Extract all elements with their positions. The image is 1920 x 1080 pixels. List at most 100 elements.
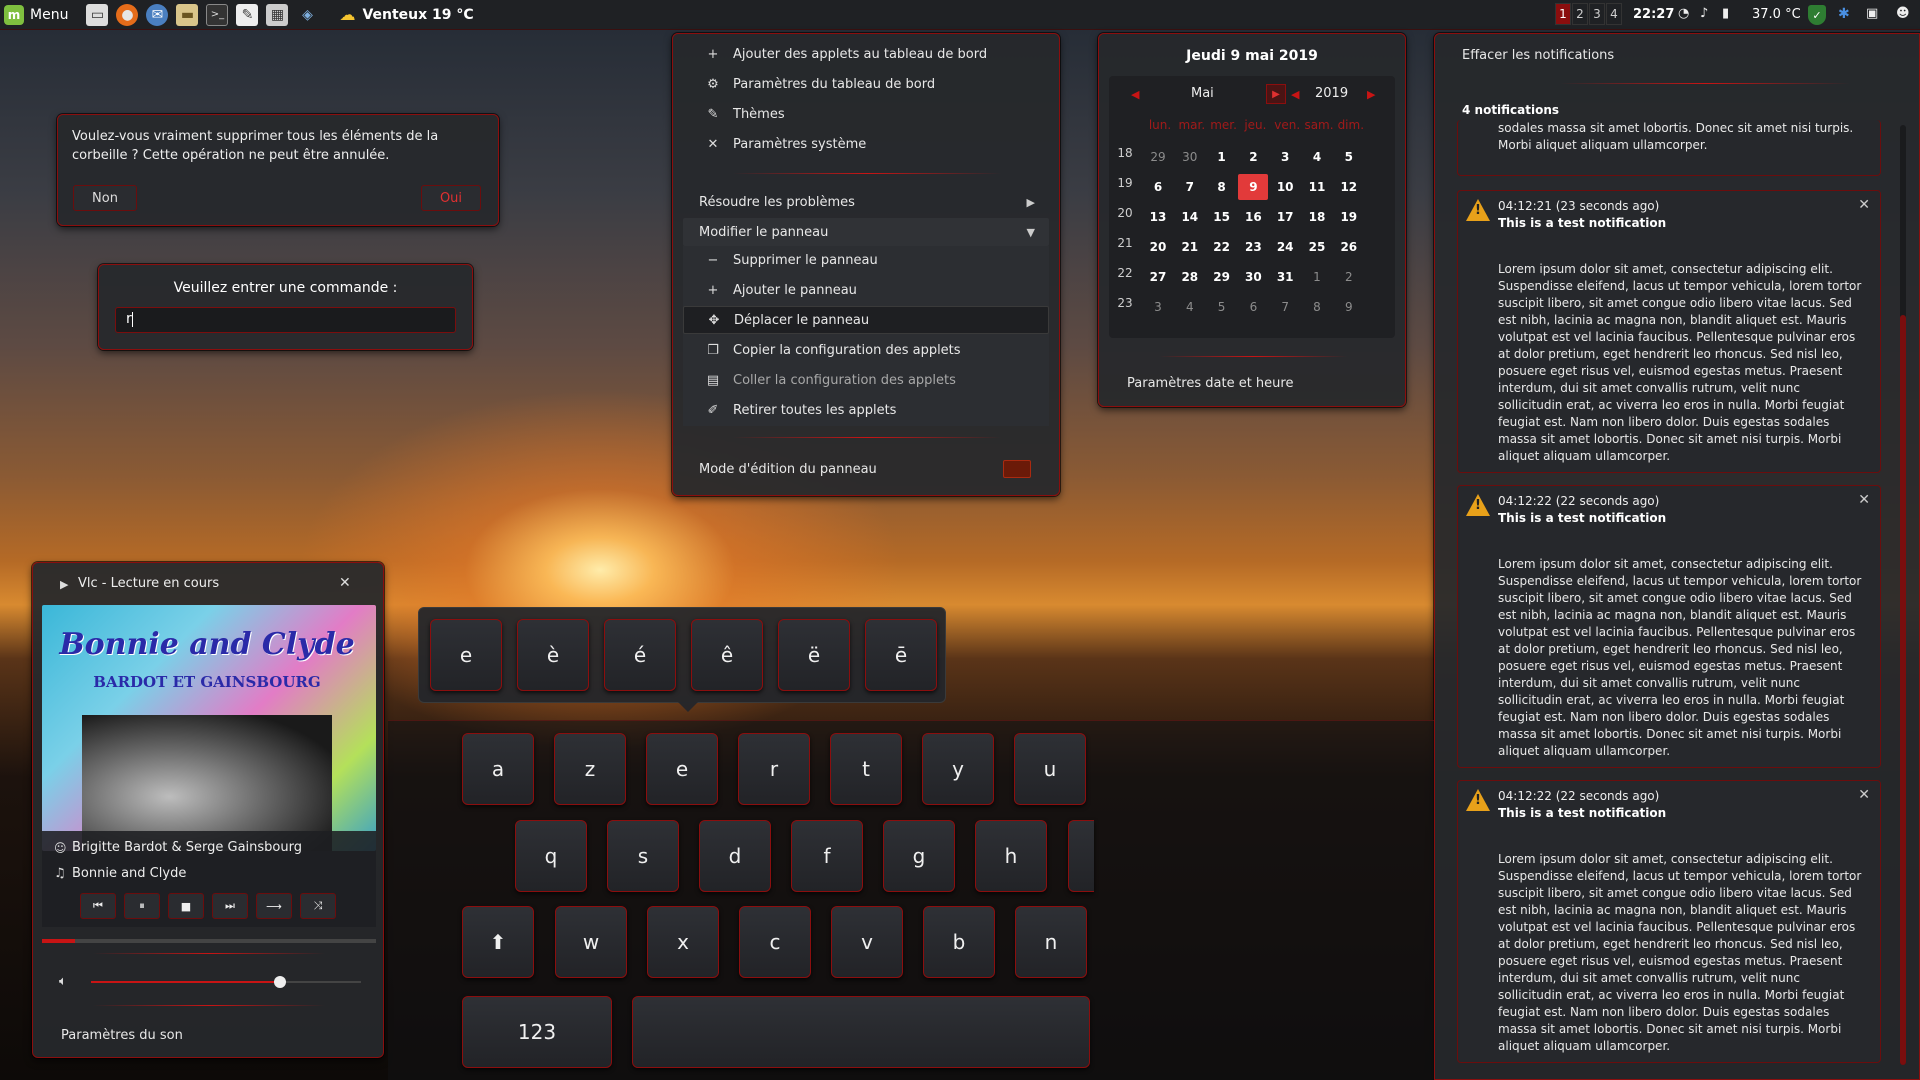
letter-key[interactable]: v	[831, 906, 903, 978]
letter-key[interactable]: q	[515, 820, 587, 892]
space-key[interactable]	[632, 996, 1090, 1068]
calendar-day[interactable]: 31	[1270, 264, 1300, 290]
submenu-item[interactable]: ❐ Copier la configuration des applets	[683, 336, 1049, 364]
user-icon[interactable]: ☻	[1896, 6, 1910, 21]
partial-key[interactable]	[1068, 820, 1094, 892]
volume-icon[interactable]: ♪	[1700, 6, 1708, 21]
calendar-day[interactable]: 6	[1238, 294, 1268, 320]
volume-slider[interactable]	[91, 976, 361, 988]
calendar-day[interactable]: 26	[1334, 234, 1364, 260]
calendar-day[interactable]: 18	[1302, 204, 1332, 230]
letter-key[interactable]: r	[738, 733, 810, 805]
calendar-day[interactable]: 21	[1175, 234, 1205, 260]
letter-key[interactable]: t	[830, 733, 902, 805]
close-icon[interactable]: ✕	[339, 575, 351, 591]
calendar-day[interactable]: 1	[1207, 144, 1237, 170]
submenu-item[interactable]: − Supprimer le panneau	[683, 246, 1049, 274]
prev-month-icon[interactable]: ◀	[1131, 88, 1139, 101]
clock[interactable]: 22:27	[1633, 7, 1674, 22]
letter-key[interactable]: h	[975, 820, 1047, 892]
submenu-item[interactable]: ▤ Coller la configuration des applets	[683, 366, 1049, 394]
letter-key[interactable]: e	[646, 733, 718, 805]
workspace-3[interactable]: 3	[1589, 3, 1605, 25]
numbers-key[interactable]: 123	[462, 996, 612, 1068]
edit-mode-toggle[interactable]	[1003, 460, 1031, 478]
weather-label[interactable]: Venteux 19 °C	[362, 7, 473, 23]
prev-year-icon[interactable]: ◀	[1291, 88, 1299, 101]
calendar-day[interactable]: 9	[1334, 294, 1364, 320]
workspace-1[interactable]: 1	[1555, 3, 1571, 25]
calendar-day[interactable]: 13	[1143, 204, 1173, 230]
calendar-day[interactable]: 19	[1334, 204, 1364, 230]
submenu-item[interactable]: + Ajouter le panneau	[683, 276, 1049, 304]
letter-key[interactable]: u	[1014, 733, 1086, 805]
calendar-day[interactable]: 1	[1302, 264, 1332, 290]
weather-icon[interactable]: ☁	[336, 4, 358, 26]
command-input[interactable]: r	[115, 307, 456, 333]
no-button[interactable]: Non	[73, 185, 137, 211]
yes-button[interactable]: Oui	[421, 185, 481, 211]
troubleshoot-item[interactable]: Résoudre les problèmes ▶	[683, 188, 1049, 216]
letter-key[interactable]: g	[883, 820, 955, 892]
letter-key[interactable]: w	[555, 906, 627, 978]
menu-item[interactable]: ✕ Paramètres système	[683, 130, 1049, 158]
notification-card[interactable]: 04:12:21 (23 seconds ago) This is a test …	[1457, 190, 1881, 473]
calendar-day[interactable]: 4	[1302, 144, 1332, 170]
shift-key[interactable]: ⬆	[462, 906, 534, 978]
sound-settings-link[interactable]: Paramètres du son	[61, 1028, 183, 1043]
calendar-day[interactable]: 3	[1143, 294, 1173, 320]
letter-key[interactable]: d	[699, 820, 771, 892]
previous-button[interactable]: ⏮	[80, 893, 116, 919]
date-settings-link[interactable]: Paramètres date et heure	[1127, 376, 1293, 391]
terminal-icon[interactable]: >_	[206, 3, 229, 26]
letter-key[interactable]: f	[791, 820, 863, 892]
close-icon[interactable]: ✕	[1858, 197, 1870, 213]
calendar-day[interactable]: 8	[1207, 174, 1237, 200]
calendar-day[interactable]: 2	[1334, 264, 1364, 290]
calendar-day[interactable]: 15	[1207, 204, 1237, 230]
next-year-icon[interactable]: ▶	[1367, 88, 1375, 101]
shield-icon[interactable]: ✓	[1808, 5, 1826, 25]
letter-key[interactable]: n	[1015, 906, 1087, 978]
shuffle-button[interactable]: ⤨	[300, 893, 336, 919]
accent-key[interactable]: ê	[691, 619, 763, 691]
virtualbox-icon[interactable]: ◈	[296, 4, 318, 26]
accent-key[interactable]: é	[604, 619, 676, 691]
calendar-day[interactable]: 12	[1334, 174, 1364, 200]
letter-key[interactable]: s	[607, 820, 679, 892]
calendar-day[interactable]: 5	[1207, 294, 1237, 320]
calendar-day[interactable]: 6	[1143, 174, 1173, 200]
calendar-day[interactable]: 22	[1207, 234, 1237, 260]
calendar-day[interactable]: 23	[1238, 234, 1268, 260]
edit-panel-item[interactable]: Modifier le panneau ▼	[683, 218, 1049, 246]
accent-key[interactable]: è	[517, 619, 589, 691]
submenu-item[interactable]: ✐ Retirer toutes les applets	[683, 396, 1049, 424]
calendar-day[interactable]: 16	[1238, 204, 1268, 230]
calendar-day[interactable]: 28	[1175, 264, 1205, 290]
submenu-item[interactable]: ✥ Déplacer le panneau	[683, 306, 1049, 334]
wifi-icon[interactable]: ◔	[1678, 6, 1689, 21]
letter-key[interactable]: x	[647, 906, 719, 978]
calendar-day[interactable]: 29	[1207, 264, 1237, 290]
accent-key[interactable]: ë	[778, 619, 850, 691]
calendar-day[interactable]: 25	[1302, 234, 1332, 260]
menu-button[interactable]: m Menu	[4, 0, 74, 30]
volume-knob[interactable]	[274, 976, 286, 988]
scrollbar-thumb[interactable]	[1900, 315, 1906, 1065]
accent-key[interactable]: ē	[865, 619, 937, 691]
text-editor-icon[interactable]: ✎	[236, 3, 259, 26]
calendar-day[interactable]: 27	[1143, 264, 1173, 290]
letter-key[interactable]: y	[922, 733, 994, 805]
folder-icon[interactable]: ▬	[176, 3, 199, 26]
track-progress-bar[interactable]	[42, 939, 376, 943]
calendar-day[interactable]: 4	[1175, 294, 1205, 320]
close-icon[interactable]: ✕	[1858, 492, 1870, 508]
calendar-day[interactable]: 14	[1175, 204, 1205, 230]
calendar-day[interactable]: 11	[1302, 174, 1332, 200]
letter-key[interactable]: c	[739, 906, 811, 978]
calendar-day[interactable]: 17	[1270, 204, 1300, 230]
thunderbird-icon[interactable]: ✉	[146, 3, 169, 26]
notification-card[interactable]: 04:12:22 (22 seconds ago) This is a test …	[1457, 485, 1881, 768]
letter-key[interactable]: a	[462, 733, 534, 805]
pause-button[interactable]: ⏸	[124, 893, 160, 919]
